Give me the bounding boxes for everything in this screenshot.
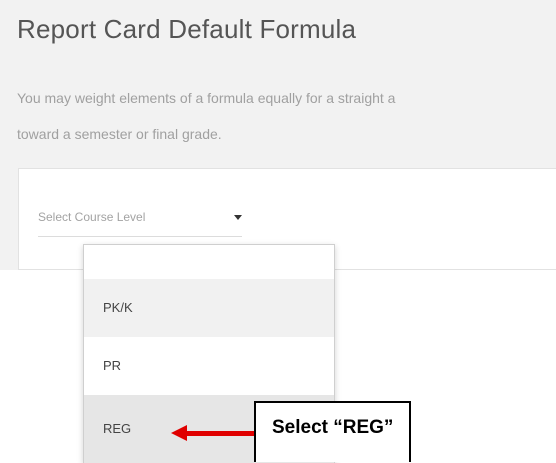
arrow-left-icon <box>171 425 187 441</box>
dropdown-option-blank[interactable] <box>84 245 334 279</box>
page-description: You may weight elements of a formula equ… <box>17 80 556 152</box>
caret-down-icon[interactable] <box>234 215 242 220</box>
page-title: Report Card Default Formula <box>17 14 357 44</box>
annotation-callout-text: Select “REG” <box>272 417 394 438</box>
annotation-arrow-shaft <box>186 431 254 436</box>
course-level-select-placeholder: Select Course Level <box>38 210 146 224</box>
description-line-1: You may weight elements of a formula equ… <box>17 90 396 106</box>
dropdown-option-pk-k[interactable]: PK/K <box>84 279 334 337</box>
course-level-select[interactable]: Select Course Level <box>38 200 242 237</box>
annotation-callout: Select “REG” <box>254 401 411 462</box>
description-line-2: toward a semester or final grade. <box>17 126 222 142</box>
dropdown-option-pr[interactable]: PR <box>84 337 334 395</box>
